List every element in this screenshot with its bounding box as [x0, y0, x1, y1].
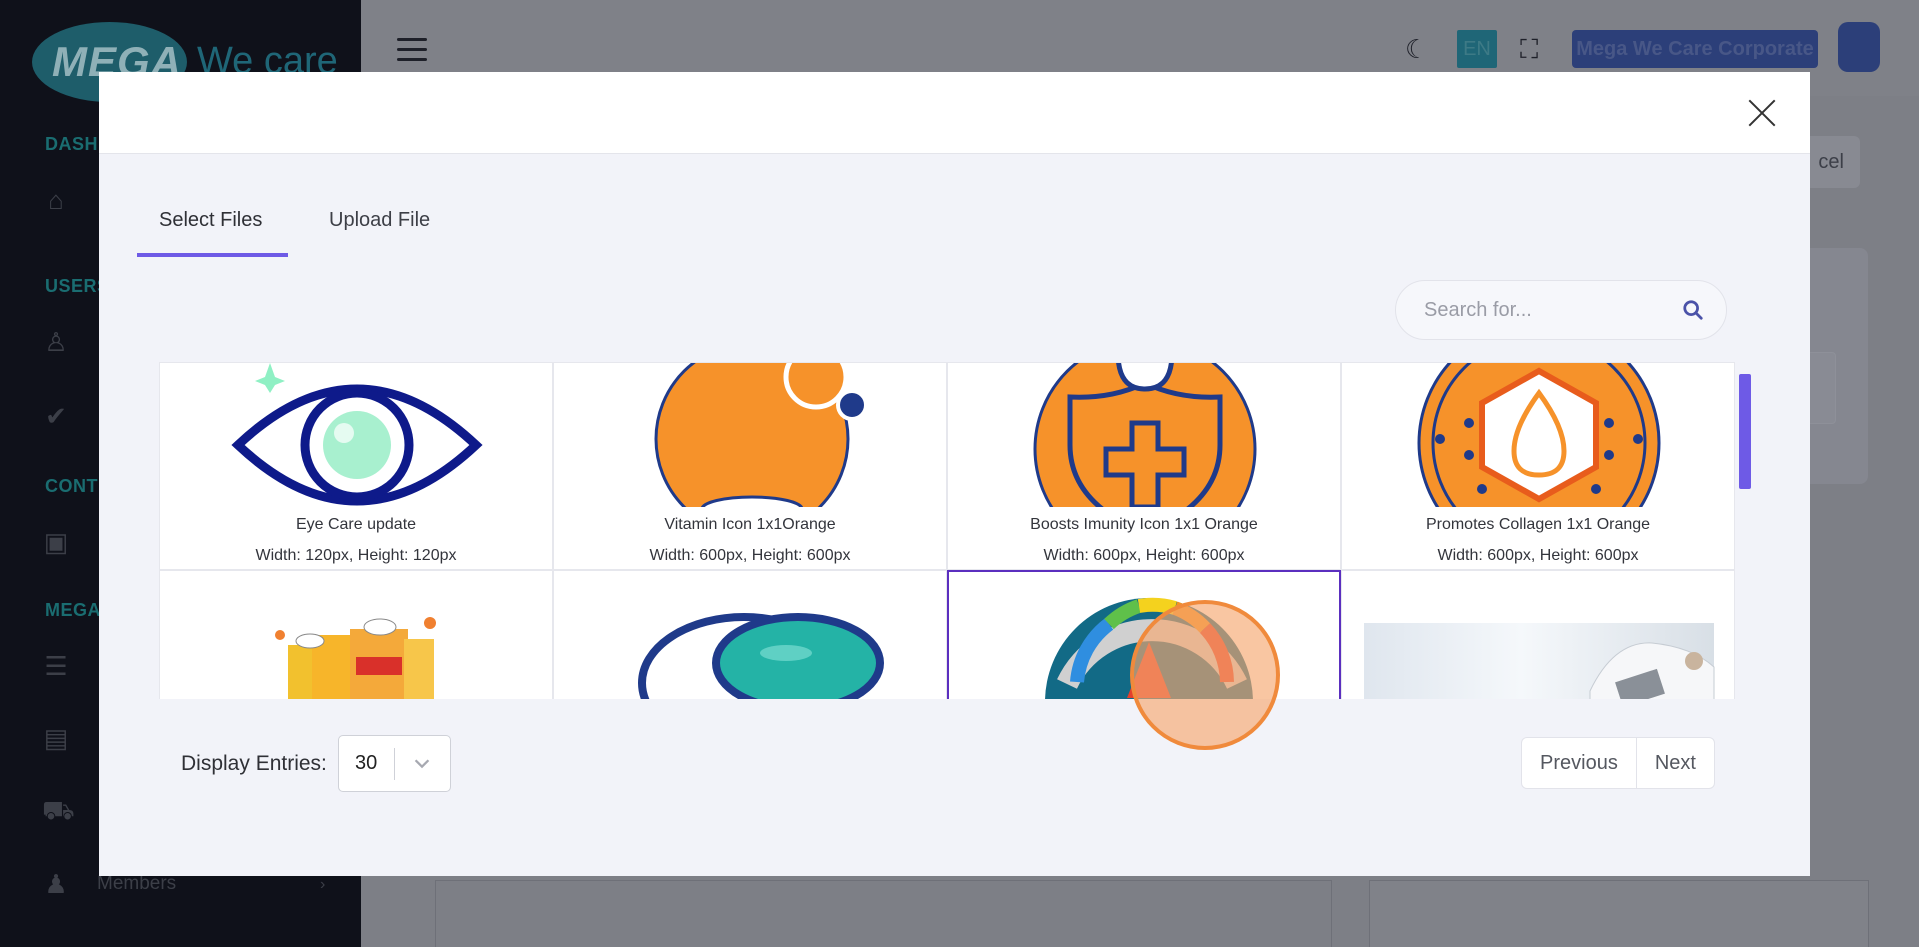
- next-page-button[interactable]: Next: [1635, 738, 1714, 788]
- check-icon[interactable]: ✔: [42, 402, 70, 430]
- capsule-icon: [554, 571, 946, 699]
- chevron-right-icon: ›: [320, 876, 326, 893]
- grid-scrollbar[interactable]: [1739, 374, 1751, 489]
- hamburger-menu-icon[interactable]: [397, 38, 427, 61]
- background-card-left: [435, 880, 1332, 947]
- active-tab-indicator: [137, 253, 288, 257]
- display-entries-value: 30: [355, 752, 378, 774]
- language-switch[interactable]: EN: [1457, 30, 1497, 68]
- fullscreen-icon[interactable]: ⛶: [1520, 34, 1538, 66]
- sidebar-section-dashboard: DASH: [45, 134, 99, 154]
- file-card[interactable]: Vitamin Icon 1x1Orange Width: 600px, Hei…: [553, 362, 947, 570]
- user-avatar[interactable]: [1838, 22, 1880, 72]
- file-dimensions: Width: 120px, Height: 120px: [255, 547, 457, 564]
- close-icon[interactable]: [1747, 98, 1777, 128]
- home-icon[interactable]: ⌂: [42, 186, 70, 214]
- vitamin-icon: [554, 363, 946, 507]
- modal-header: [99, 72, 1810, 154]
- display-entries-label: Display Entries:: [181, 752, 327, 775]
- file-card[interactable]: Promotes Collagen 1x1 Orange Width: 600p…: [1341, 362, 1735, 570]
- file-picker-modal: Select Files Upload File Search for... E…: [99, 72, 1810, 876]
- menu-lines-icon[interactable]: ☰: [42, 652, 70, 680]
- pagination: Previous Next: [1521, 737, 1715, 789]
- file-dimensions: Width: 600px, Height: 600px: [649, 547, 851, 564]
- file-name: Vitamin Icon 1x1Orange: [664, 516, 836, 533]
- file-grid: Eye Care update Width: 120px, Height: 12…: [159, 362, 1749, 699]
- collagen-drop-icon: [1342, 363, 1734, 507]
- file-card[interactable]: Boosts Imunity Icon 1x1 Orange Width: 60…: [947, 362, 1341, 570]
- members-icon[interactable]: ♟: [42, 870, 70, 898]
- file-card[interactable]: [553, 570, 947, 699]
- tab-select-files[interactable]: Select Files: [137, 200, 284, 257]
- display-entries-select[interactable]: 30: [338, 735, 451, 792]
- file-name: Boosts Imunity Icon 1x1 Orange: [1030, 516, 1258, 533]
- previous-page-button[interactable]: Previous: [1522, 738, 1636, 788]
- file-dimensions: Width: 600px, Height: 600px: [1437, 547, 1639, 564]
- background-card-right: [1369, 880, 1869, 947]
- file-card[interactable]: Eye Care update Width: 120px, Height: 12…: [159, 362, 553, 570]
- corporate-account-button[interactable]: Mega We Care Corporate: [1572, 30, 1818, 68]
- gauge-icon: [949, 572, 1339, 699]
- immunity-shield-icon: [948, 363, 1340, 507]
- camera-icon[interactable]: ▣: [42, 528, 70, 556]
- sidebar-section-content: CONT: [45, 476, 98, 496]
- chevron-down-icon: [414, 759, 430, 769]
- layout-icon[interactable]: ▤: [42, 724, 70, 752]
- sidebar-item-members[interactable]: Members: [97, 873, 176, 895]
- file-dimensions: Width: 600px, Height: 600px: [1043, 547, 1245, 564]
- sidebar-section-mega: MEGA: [45, 600, 101, 620]
- file-card-selected[interactable]: [947, 570, 1341, 699]
- file-name: Eye Care update: [295, 516, 417, 533]
- select-separator: [394, 748, 395, 780]
- file-name: Promotes Collagen 1x1 Orange: [1425, 516, 1651, 533]
- dark-mode-moon-icon[interactable]: ☾: [1405, 34, 1428, 65]
- file-card[interactable]: [1341, 570, 1735, 699]
- file-card[interactable]: [159, 570, 553, 699]
- cart-icon[interactable]: ⛟: [42, 796, 75, 824]
- doctor-photo: [1342, 571, 1734, 699]
- search-input[interactable]: [1424, 281, 1674, 339]
- user-icon[interactable]: ♙: [42, 328, 70, 356]
- search-icon[interactable]: [1682, 299, 1704, 321]
- eye-icon: [160, 363, 552, 507]
- nat-c-product-image: [160, 571, 552, 699]
- search-box: [1395, 280, 1727, 340]
- tab-upload-file[interactable]: Upload File: [307, 200, 452, 257]
